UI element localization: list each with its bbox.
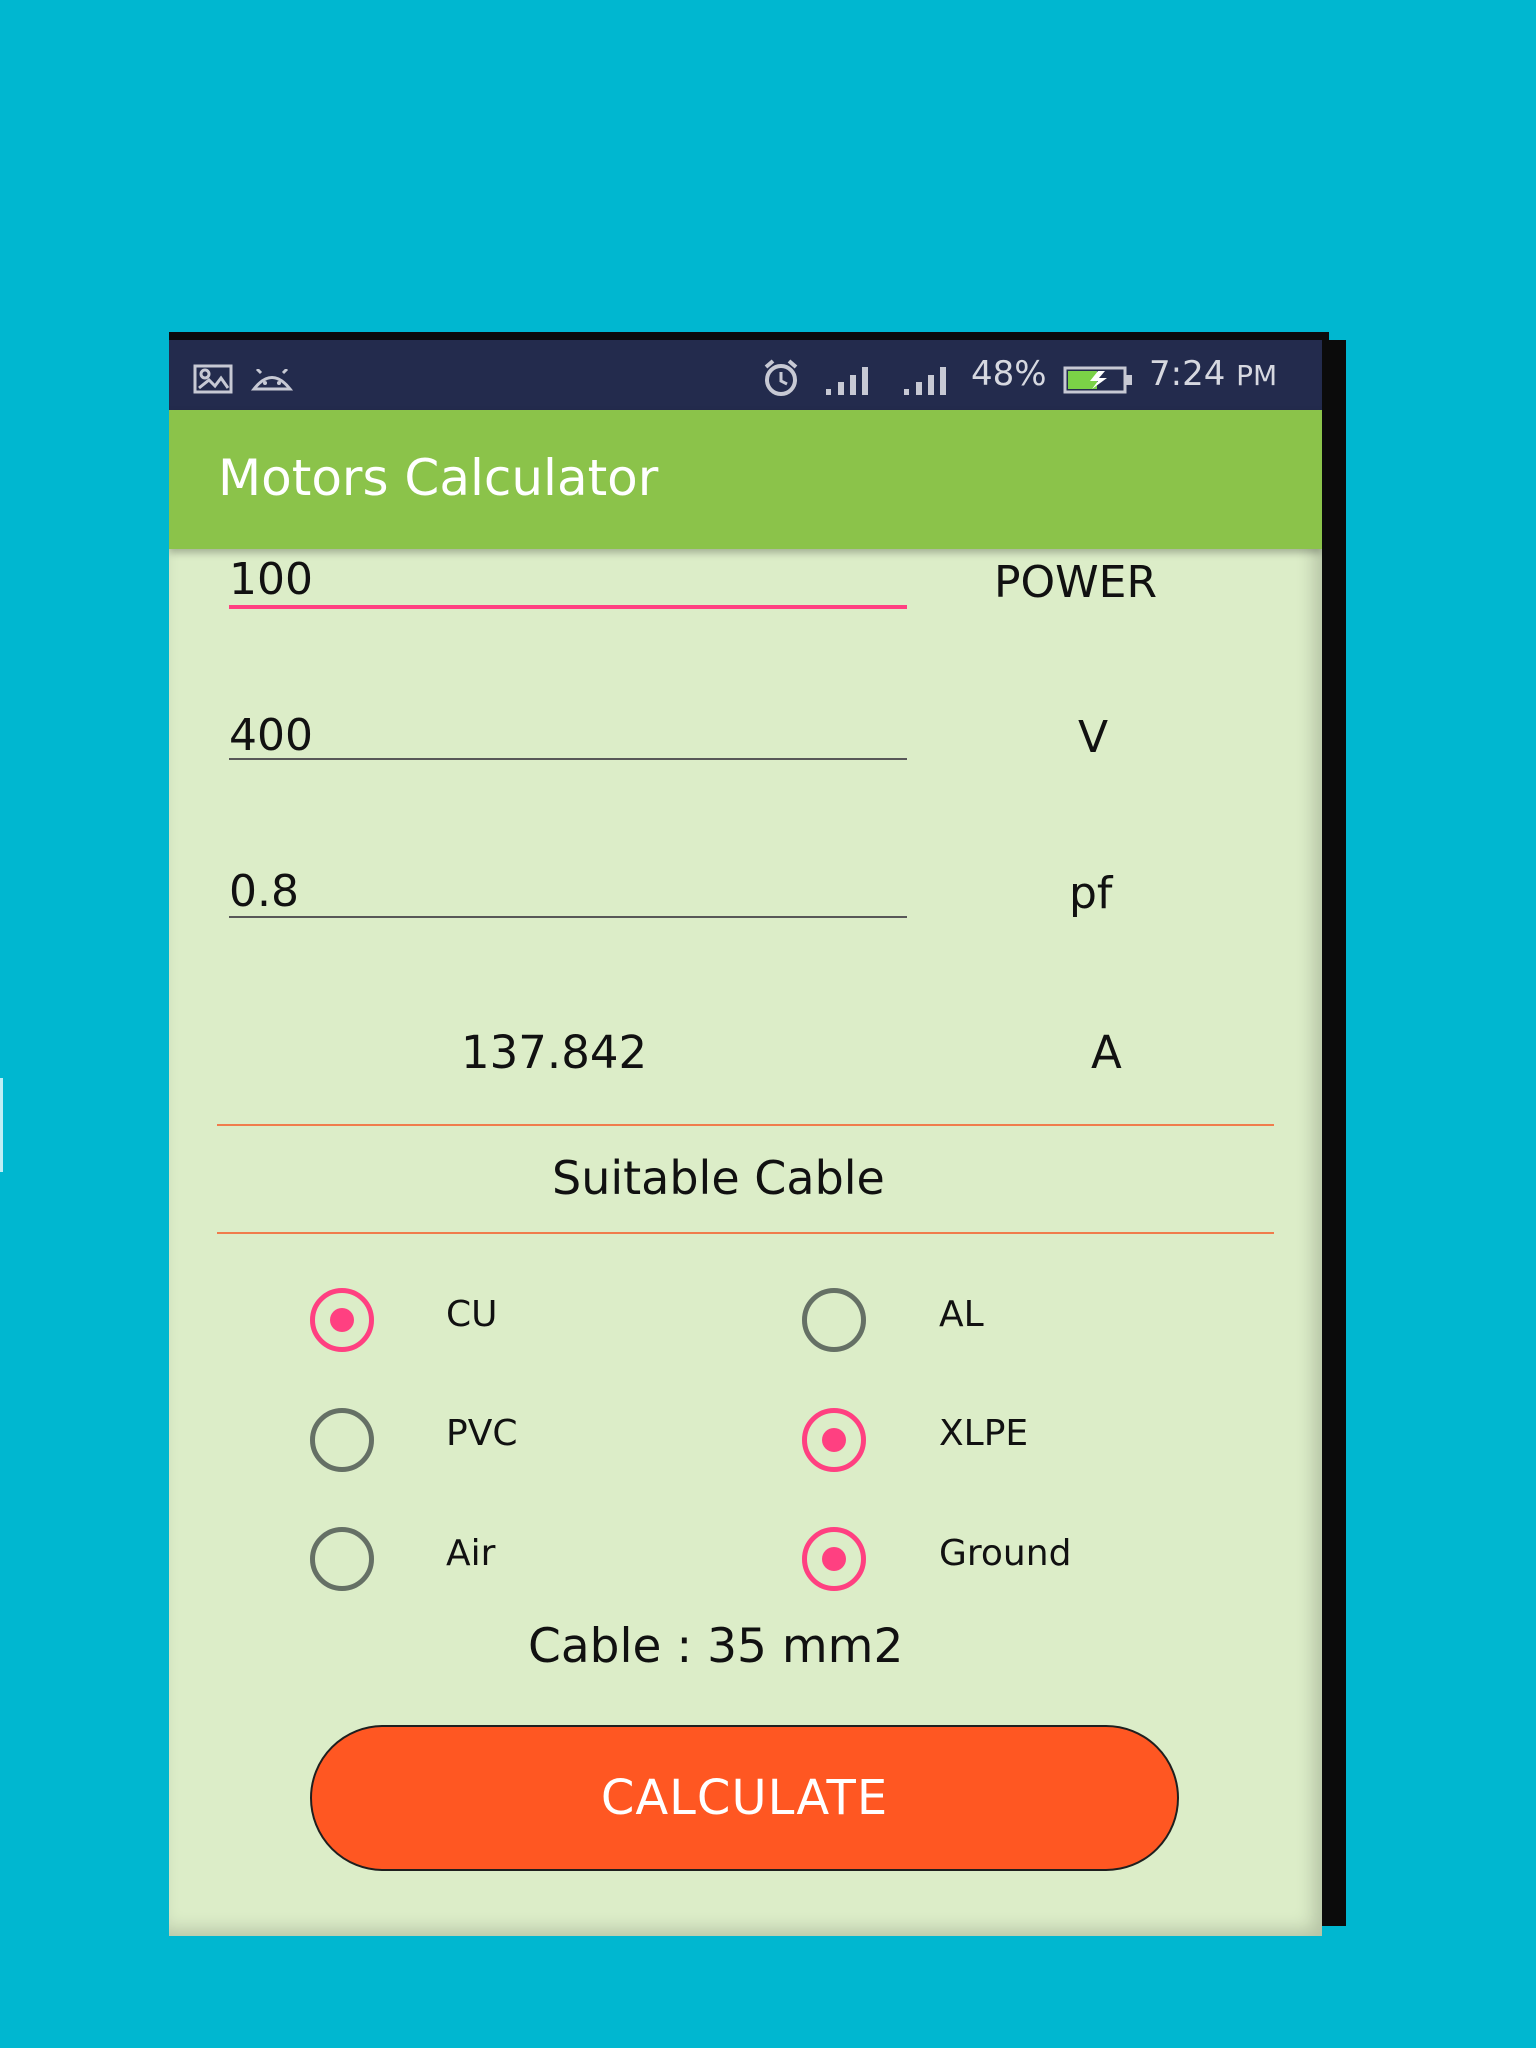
voltage-input-value: 400 bbox=[229, 710, 313, 761]
status-bar: 48% 7:24 PM bbox=[169, 340, 1322, 410]
section-bottom-divider bbox=[217, 1232, 1274, 1234]
alarm-icon bbox=[764, 359, 798, 396]
cu-radio-label[interactable]: CU bbox=[446, 1297, 498, 1333]
signal-icon bbox=[904, 367, 946, 395]
xlpe-radio[interactable] bbox=[802, 1408, 866, 1472]
power-input-value: 100 bbox=[229, 554, 313, 605]
image-icon bbox=[193, 364, 233, 394]
cu-radio[interactable] bbox=[310, 1288, 374, 1352]
al-radio[interactable] bbox=[802, 1288, 866, 1352]
xlpe-radio-dot bbox=[822, 1428, 846, 1452]
signal-icon bbox=[826, 367, 868, 395]
ground-radio-dot bbox=[822, 1547, 846, 1571]
status-time: 7:24 PM bbox=[1149, 357, 1277, 391]
al-radio-label[interactable]: AL bbox=[939, 1297, 984, 1333]
pvc-radio-label[interactable]: PVC bbox=[446, 1416, 517, 1452]
air-radio-label[interactable]: Air bbox=[446, 1536, 495, 1572]
pvc-radio[interactable] bbox=[310, 1408, 374, 1472]
battery-charging-icon bbox=[1063, 366, 1132, 394]
phone-screen: 48% 7:24 PM Motors Calculator 100 POWER … bbox=[169, 340, 1322, 1936]
ground-radio-label[interactable]: Ground bbox=[939, 1536, 1071, 1572]
power-input[interactable]: 100 bbox=[229, 549, 907, 609]
app-title: Motors Calculator bbox=[218, 449, 659, 507]
power-input-underline bbox=[229, 605, 907, 609]
section-title: Suitable Cable bbox=[552, 1151, 885, 1205]
status-time-meridiem: PM bbox=[1236, 359, 1278, 392]
cu-radio-dot bbox=[330, 1308, 354, 1332]
app-bar: Motors Calculator bbox=[169, 410, 1322, 549]
power-factor-input-underline bbox=[229, 916, 907, 918]
air-radio[interactable] bbox=[310, 1527, 374, 1591]
section-top-divider bbox=[217, 1124, 1274, 1126]
left-edge-mark bbox=[0, 1078, 3, 1172]
power-factor-unit-label: pf bbox=[1069, 868, 1113, 919]
phone-frame-top bbox=[169, 332, 1329, 340]
voltage-input-underline bbox=[229, 758, 907, 760]
power-factor-input[interactable]: 0.8 bbox=[229, 858, 907, 918]
android-icon bbox=[250, 369, 294, 391]
calculate-button[interactable]: CALCULATE bbox=[310, 1725, 1179, 1871]
ground-radio[interactable] bbox=[802, 1527, 866, 1591]
xlpe-radio-label[interactable]: XLPE bbox=[939, 1416, 1028, 1452]
battery-percent: 48% bbox=[971, 354, 1047, 394]
power-factor-input-value: 0.8 bbox=[229, 866, 299, 917]
power-unit-label: POWER bbox=[994, 557, 1158, 608]
cable-size-result: Cable : 35 mm2 bbox=[528, 1619, 904, 1674]
current-result-unit: A bbox=[1091, 1026, 1122, 1079]
voltage-unit-label: V bbox=[1078, 712, 1109, 763]
voltage-input[interactable]: 400 bbox=[229, 700, 907, 760]
phone-frame-side bbox=[1320, 340, 1346, 1926]
status-time-value: 7:24 bbox=[1149, 354, 1226, 394]
current-result-value: 137.842 bbox=[461, 1026, 648, 1079]
